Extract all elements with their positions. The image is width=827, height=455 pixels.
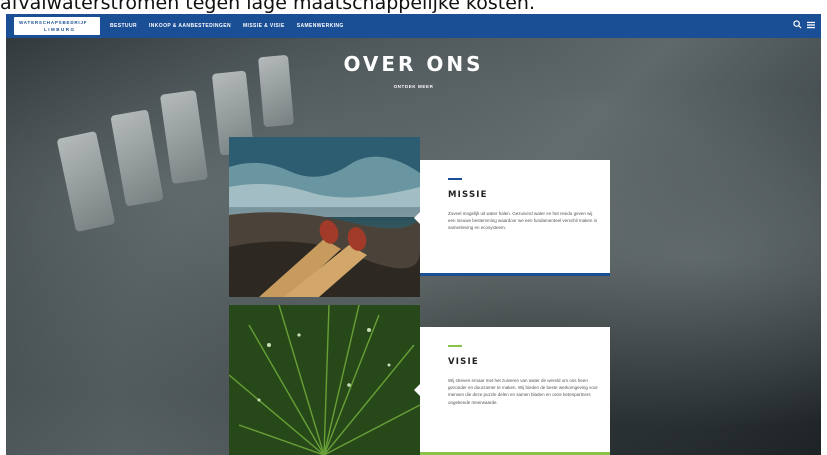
logo-line2: LIMBURG bbox=[44, 27, 76, 32]
website-screenshot: WATERSCHAPSBEDRIJF LIMBURG BESTUUR INKOO… bbox=[6, 14, 821, 455]
page-title: OVER ONS bbox=[343, 52, 484, 76]
search-icon[interactable] bbox=[793, 20, 802, 29]
visie-text: Wij streven ernaar met het zuiveren van … bbox=[448, 378, 598, 405]
menu-item-samenwerking[interactable]: SAMENWERKING bbox=[297, 23, 344, 29]
visie-photo bbox=[229, 305, 420, 455]
logo-line1: WATERSCHAPSBEDRIJF bbox=[19, 20, 88, 25]
visie-title: VISIE bbox=[448, 357, 479, 367]
missie-title: MISSIE bbox=[448, 190, 488, 200]
discover-more-link[interactable]: ONTDEK MEER bbox=[6, 84, 821, 89]
caption-text: afvalwaterstromen tegen lage maatschappe… bbox=[0, 0, 536, 14]
missie-card: MISSIE Zoveel mogelijk uit water halen. … bbox=[420, 160, 610, 276]
menu-item-missie-visie[interactable]: MISSIE & VISIE bbox=[243, 23, 285, 29]
logo[interactable]: WATERSCHAPSBEDRIJF LIMBURG bbox=[14, 17, 100, 35]
accent-rule bbox=[448, 178, 462, 180]
top-navigation: WATERSCHAPSBEDRIJF LIMBURG BESTUUR INKOO… bbox=[6, 14, 821, 38]
menu-item-bestuur[interactable]: BESTUUR bbox=[110, 23, 137, 29]
main-menu: BESTUUR INKOOP & AANBESTEDINGEN MISSIE &… bbox=[110, 14, 344, 38]
missie-photo bbox=[229, 137, 420, 297]
menu-icon[interactable] bbox=[807, 21, 815, 29]
missie-text: Zoveel mogelijk uit water halen. Gezuive… bbox=[448, 211, 598, 231]
visie-card: VISIE Wij streven ernaar met het zuivere… bbox=[420, 327, 610, 455]
nav-icons bbox=[793, 20, 815, 29]
accent-rule bbox=[448, 345, 462, 347]
menu-item-inkoop[interactable]: INKOOP & AANBESTEDINGEN bbox=[149, 23, 231, 29]
